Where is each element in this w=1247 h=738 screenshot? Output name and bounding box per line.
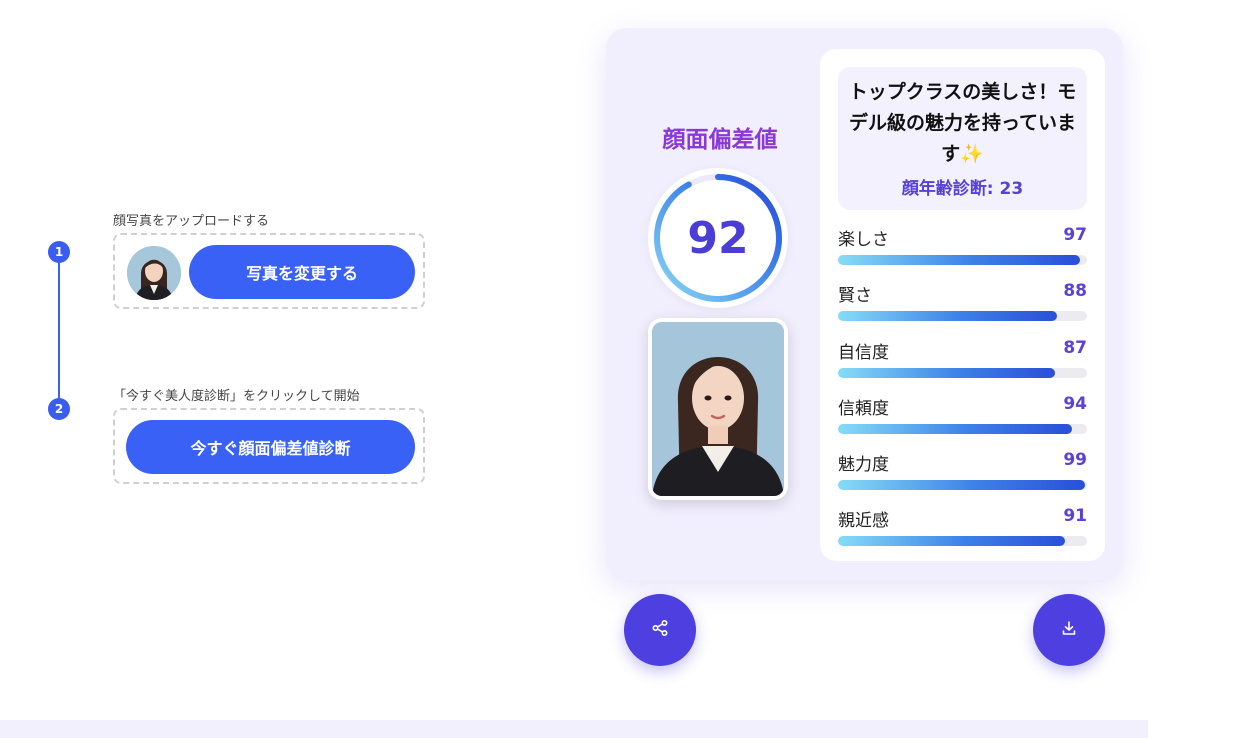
metric-row: 楽しさ 97	[838, 225, 1087, 265]
metric-bar-track	[838, 536, 1087, 546]
metric-bar-track	[838, 424, 1087, 434]
metric-row: 自信度 87	[838, 338, 1087, 378]
metric-label: 魅力度	[838, 455, 889, 475]
face-age-label: 顔年齢診断: 23	[901, 179, 1024, 199]
metric-value: 88	[1063, 281, 1087, 301]
step-2-title: 「今すぐ美人度診断」をクリックして開始	[113, 389, 360, 404]
metric-row: 賢さ 88	[838, 281, 1087, 321]
result-headline-box: トップクラスの美しさ！モデル級の魅力を持っています✨ 顔年齢診断: 23	[838, 67, 1087, 210]
metric-bar-fill	[838, 480, 1085, 490]
result-message: トップクラスの美しさ！モデル級の魅力を持っています✨	[848, 81, 1077, 165]
metric-bar-fill	[838, 311, 1058, 321]
metric-bar-track	[838, 368, 1087, 378]
change-photo-button[interactable]: 写真を変更する	[189, 245, 415, 299]
result-panel: トップクラスの美しさ！モデル級の魅力を持っています✨ 顔年齢診断: 23 楽しさ…	[820, 49, 1105, 561]
result-card: 顔面偏差値 92 トップクラスの美しさ！モデル級の魅力を持っています✨ 顔年齢診…	[606, 28, 1123, 580]
start-diagnosis-button[interactable]: 今すぐ顔面偏差値診断	[126, 420, 415, 474]
share-icon	[651, 619, 669, 641]
download-icon	[1060, 619, 1078, 641]
upload-box: 写真を変更する	[113, 233, 425, 309]
start-diagnosis-box: 今すぐ顔面偏差値診断	[113, 408, 425, 484]
share-button[interactable]	[624, 594, 696, 666]
score-title: 顔面偏差値	[662, 127, 778, 153]
step-1-title: 顔写真をアップロードする	[113, 214, 270, 229]
download-button[interactable]	[1033, 594, 1105, 666]
metric-label: 賢さ	[838, 286, 872, 306]
metric-value: 87	[1063, 338, 1087, 358]
metric-row: 魅力度 99	[838, 450, 1087, 490]
metric-label: 楽しさ	[838, 230, 889, 250]
score-value: 92	[687, 212, 749, 264]
metric-bar-fill	[838, 424, 1073, 434]
metric-row: 親近感 91	[838, 506, 1087, 546]
uploaded-photo-thumbnail[interactable]	[127, 246, 181, 300]
metric-bar-fill	[838, 368, 1055, 378]
metric-bar-track	[838, 480, 1087, 490]
metric-label: 親近感	[838, 511, 889, 531]
bottom-section-band	[0, 720, 1148, 738]
metric-value: 97	[1063, 225, 1087, 245]
metric-label: 自信度	[838, 343, 889, 363]
metric-bar-fill	[838, 255, 1080, 265]
metric-value: 91	[1063, 506, 1087, 526]
portrait-photo	[648, 318, 788, 500]
metric-bar-track	[838, 311, 1087, 321]
metric-value: 99	[1063, 450, 1087, 470]
step-2-badge: 2	[48, 398, 70, 420]
metric-bar-track	[838, 255, 1087, 265]
metric-label: 信頼度	[838, 399, 889, 419]
metric-row: 信頼度 94	[838, 394, 1087, 434]
metric-bar-fill	[838, 536, 1065, 546]
score-ring: 92	[648, 168, 788, 308]
metric-value: 94	[1063, 394, 1087, 414]
step-connector-line	[58, 252, 60, 410]
step-1-badge: 1	[48, 241, 70, 263]
